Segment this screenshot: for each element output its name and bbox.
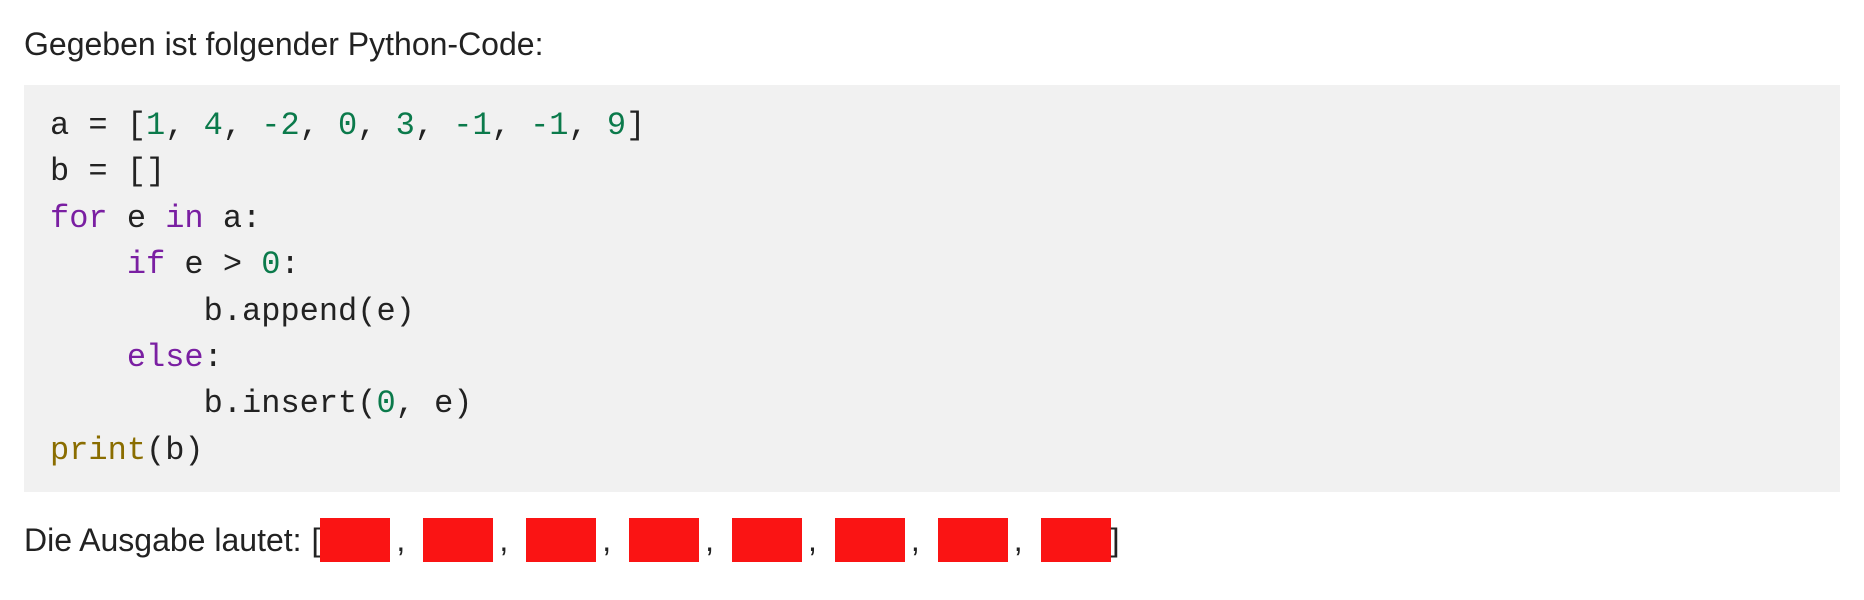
answer-line: Die Ausgabe lautet: [ , , , , , , , ] [24,518,1840,562]
comma: , [493,522,526,559]
code-line-2: b = [] [50,153,165,190]
answer-slot-8[interactable] [1041,518,1111,562]
code-line-3: for e in a: [50,200,261,237]
comma: , [905,522,938,559]
code-line-5: b.append(e) [50,293,415,330]
question-prompt: Gegeben ist folgender Python-Code: [24,26,1840,63]
comma: , [390,522,423,559]
comma: , [1008,522,1041,559]
answer-slot-7[interactable] [938,518,1008,562]
answer-slot-3[interactable] [526,518,596,562]
code-line-8: print(b) [50,432,204,469]
comma: , [802,522,835,559]
answer-label: Die Ausgabe lautet: [24,522,302,559]
code-line-6: else: [50,339,223,376]
open-bracket: [ [312,522,321,559]
answer-slot-2[interactable] [423,518,493,562]
answer-slot-5[interactable] [732,518,802,562]
answer-slot-1[interactable] [320,518,390,562]
code-line-7: b.insert(0, e) [50,385,472,422]
code-block: a = [1, 4, -2, 0, 3, -1, -1, 9] b = [] f… [24,85,1840,492]
comma: , [596,522,629,559]
close-bracket: ] [1111,522,1120,559]
answer-slot-4[interactable] [629,518,699,562]
answer-slot-6[interactable] [835,518,905,562]
code-line-4: if e > 0: [50,246,300,283]
comma: , [699,522,732,559]
code-line-1: a = [1, 4, -2, 0, 3, -1, -1, 9] [50,107,645,144]
